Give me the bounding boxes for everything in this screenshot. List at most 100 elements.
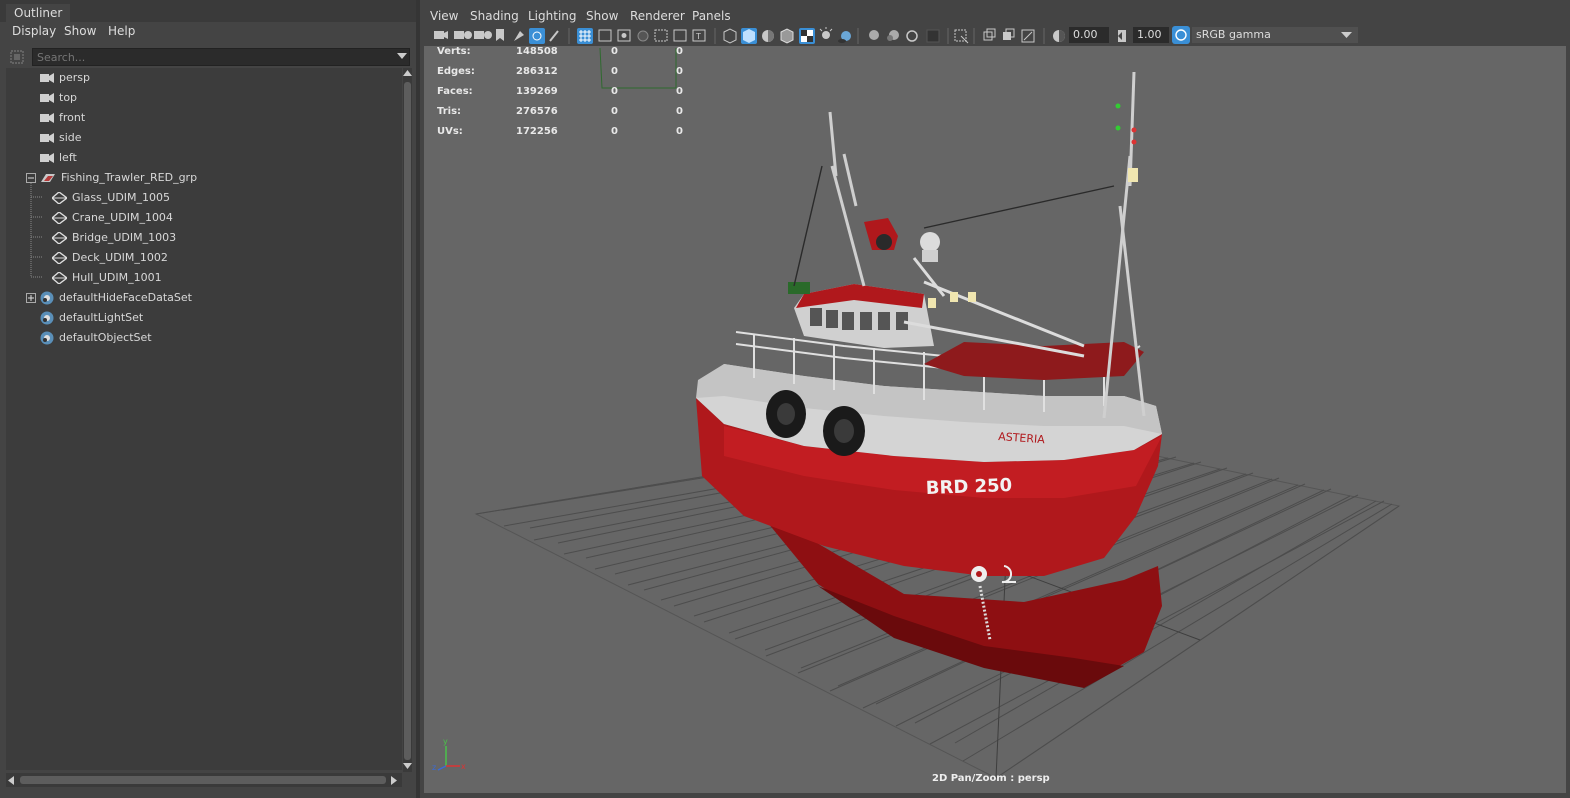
color-space-dropdown[interactable]: sRGB gamma <box>1192 27 1336 43</box>
tree-item-default-light-set[interactable]: defaultLightSet <box>40 309 143 327</box>
film-gate-icon[interactable] <box>598 29 612 42</box>
tree-item-left[interactable]: left <box>40 149 77 167</box>
grease-pencil-icon[interactable] <box>549 30 559 42</box>
tree-item-hull[interactable]: Hull_UDIM_1001 <box>52 269 162 287</box>
horizontal-scroll-thumb[interactable] <box>20 776 386 784</box>
outliner-tab[interactable]: Outliner <box>6 4 71 22</box>
hud-verts-label: Verts: <box>437 46 471 57</box>
hud-faces-selected: 0 <box>611 86 618 97</box>
tree-item-deck[interactable]: Deck_UDIM_1002 <box>52 249 168 267</box>
screen-space-ao-icon[interactable] <box>869 30 879 40</box>
menu-show[interactable]: Show <box>64 24 96 38</box>
tree-item-label: front <box>59 111 86 124</box>
mesh-icon <box>52 252 67 264</box>
tree-item-front[interactable]: front <box>40 109 85 127</box>
tree-item-label: Glass_UDIM_1005 <box>72 191 171 204</box>
camera-attributes-icon[interactable] <box>454 31 464 39</box>
vertical-scroll-thumb[interactable] <box>404 82 411 760</box>
bookmark-icon[interactable] <box>496 29 504 41</box>
menu-help[interactable]: Help <box>108 24 135 38</box>
tree-item-label: top <box>59 91 78 104</box>
panel-divider[interactable] <box>416 0 420 798</box>
menu-display[interactable]: Display <box>12 24 56 38</box>
image-plane-icon[interactable] <box>514 31 524 41</box>
hud-uvs-selected: 0 <box>611 126 618 137</box>
axis-indicator: y x z <box>432 737 466 772</box>
tree-item-bridge[interactable]: Bridge_UDIM_1003 <box>52 229 176 247</box>
color-management-icon[interactable] <box>1172 26 1190 44</box>
tree-item-label: defaultObjectSet <box>59 331 152 344</box>
tree-item-label: Bridge_UDIM_1003 <box>72 231 177 244</box>
bookmarks-icon[interactable] <box>474 31 484 39</box>
hud-faces-total: 139269 <box>516 86 558 97</box>
tree-item-glass[interactable]: Glass_UDIM_1005 <box>52 189 170 207</box>
tree-item-label: defaultHideFaceDataSet <box>59 291 192 304</box>
hud-tris-component: 0 <box>676 106 683 117</box>
camera-icon <box>40 153 54 163</box>
select-camera-icon[interactable] <box>434 31 444 39</box>
wireframe-on-shaded-icon[interactable] <box>780 28 794 44</box>
exposure-field[interactable]: 0.00 <box>1069 27 1109 43</box>
scroll-right-icon[interactable] <box>391 776 398 785</box>
tree-item-persp[interactable]: persp <box>40 69 90 87</box>
vp-menu-view[interactable]: View <box>430 9 458 23</box>
tree-item-default-object-set[interactable]: defaultObjectSet <box>40 329 152 347</box>
hud-uvs-total: 172256 <box>516 126 558 137</box>
tree-item-label: Deck_UDIM_1002 <box>72 251 168 264</box>
scroll-down-icon[interactable] <box>403 763 412 770</box>
tree-item-label: Crane_UDIM_1004 <box>72 211 173 224</box>
expand-icon[interactable] <box>26 293 36 303</box>
mesh-icon <box>52 232 67 244</box>
camera-icon <box>40 113 54 123</box>
tree-item-top[interactable]: top <box>40 89 77 107</box>
use-all-lights-icon[interactable] <box>822 31 830 39</box>
mesh-icon <box>52 192 67 204</box>
gamma-field[interactable]: 1.00 <box>1133 27 1169 43</box>
2d-pan-zoom-icon[interactable] <box>529 28 545 44</box>
vp-menu-shading[interactable]: Shading <box>470 9 519 23</box>
hud-verts-selected: 0 <box>611 46 618 57</box>
axis-z-label: z <box>432 763 436 772</box>
set-icon <box>40 331 54 345</box>
hud-uvs-component: 0 <box>676 126 683 137</box>
vp-menu-renderer[interactable]: Renderer <box>630 9 685 23</box>
camera-label: 2D Pan/Zoom : persp <box>932 773 1050 784</box>
set-icon <box>40 311 54 325</box>
field-chart-icon[interactable] <box>654 29 668 42</box>
hud-faces-component: 0 <box>676 86 683 97</box>
mesh-icon <box>52 272 67 284</box>
scroll-up-icon[interactable] <box>403 70 412 77</box>
depth-of-field-icon[interactable] <box>926 29 940 43</box>
xray-icon[interactable] <box>983 31 993 41</box>
safe-action-icon[interactable] <box>673 29 687 42</box>
fishing-trawler-model[interactable]: BRD 250 ASTERIA <box>696 71 1162 688</box>
rigging <box>793 165 1115 287</box>
chevron-down-icon[interactable] <box>1341 32 1352 39</box>
viewport-toolbar: T <box>434 27 1126 44</box>
outliner-search-input[interactable] <box>32 48 410 66</box>
multisample-aa-icon[interactable] <box>906 30 918 42</box>
gate-mask-icon[interactable] <box>637 30 649 42</box>
tree-item-crane[interactable]: Crane_UDIM_1004 <box>52 209 173 227</box>
search-dropdown-icon[interactable] <box>397 53 407 61</box>
hud-tris-total: 276576 <box>516 106 558 117</box>
vp-menu-lighting[interactable]: Lighting <box>528 9 577 23</box>
vp-menu-show[interactable]: Show <box>586 9 618 23</box>
hud-verts-total: 148508 <box>516 46 558 57</box>
3d-viewport[interactable]: BRD 250 ASTERIA y x z <box>424 46 1566 793</box>
tree-item-fishing-trawler-grp[interactable]: Fishing_Trawler_RED_grp <box>40 169 197 187</box>
hud-edges-selected: 0 <box>611 66 618 77</box>
collapse-icon[interactable] <box>26 173 36 183</box>
tree-item-side[interactable]: side <box>40 129 82 147</box>
tree-item-default-hide-face-data-set[interactable]: defaultHideFaceDataSet <box>40 289 192 307</box>
xray-joints-icon[interactable] <box>1003 32 1011 40</box>
camera-icon <box>40 93 54 103</box>
filter-icon[interactable] <box>9 49 25 65</box>
wireframe-icon[interactable] <box>723 28 737 44</box>
axis-x-label: x <box>461 762 466 771</box>
hud-edges-total: 286312 <box>516 66 558 77</box>
vp-menu-panels[interactable]: Panels <box>692 9 731 23</box>
hud-faces-label: Faces: <box>437 86 473 97</box>
scroll-left-icon[interactable] <box>8 776 15 785</box>
hud-verts-component: 0 <box>676 46 683 57</box>
